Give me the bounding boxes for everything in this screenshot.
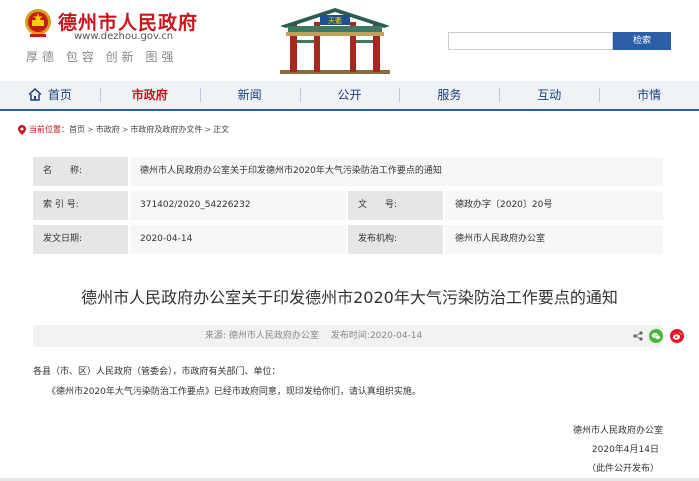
issuer-value: 德州市人民政府办公室 [445, 225, 663, 254]
nav-item-services[interactable]: 服务 [399, 80, 499, 110]
nav-item-city-info[interactable]: 市情 [599, 80, 699, 110]
issuer-label: 发布机构: [348, 225, 443, 254]
info-row-date: 发文日期: 2020-04-14 发布机构: 德州市人民政府办公室 [33, 225, 663, 254]
article-salutation: 各县（市、区）人民政府（管委会），市政府有关部门、单位： [33, 367, 281, 377]
nav-item-home[interactable]: 首页 [0, 80, 100, 110]
site-motto: 厚德 包容 创新 图强 [26, 50, 178, 64]
publication-note: （此件公开发布） [586, 464, 659, 474]
breadcrumb-documents[interactable]: 市政府及政府办文件 [130, 124, 202, 135]
location-icon [18, 124, 26, 135]
article-meta-bar: 来源: 德州市人民政府办公室 发布时间:2020-04-14 [33, 325, 684, 347]
name-label: 名 称: [33, 157, 128, 186]
breadcrumb-separator: > [204, 125, 212, 134]
docno-value: 德政办字〔2020〕20号 [445, 191, 663, 220]
breadcrumb-separator: > [121, 125, 129, 134]
emblem-icon [25, 9, 51, 37]
site-url: www.dezhou.gov.cn [74, 31, 174, 42]
article-paragraph: 《德州市2020年大气污染防治工作要点》已经市政府同意，现印发给你们，请认真组织… [47, 387, 421, 397]
breadcrumb-home[interactable]: 首页 [69, 124, 85, 135]
article-source: 来源: 德州市人民政府办公室 [205, 331, 319, 341]
date-value: 2020-04-14 [130, 225, 346, 254]
info-row-index: 索 引 号: 371402/2020_54226232 文 号: 德政办字〔20… [33, 191, 663, 220]
index-value: 371402/2020_54226232 [130, 191, 346, 220]
docno-label: 文 号: [348, 191, 443, 220]
breadcrumb-label: 当前位置： [29, 125, 69, 134]
wechat-icon[interactable] [649, 329, 663, 343]
gate-plaque-text: 天衢 [328, 16, 342, 25]
breadcrumb-separator: > [87, 125, 94, 134]
search-button[interactable]: 检索 [613, 32, 671, 50]
signature-organization: 德州市人民政府办公室 [572, 426, 663, 436]
document-info-table: 名 称: 德州市人民政府办公室关于印发德州市2020年大气污染防治工作要点的通知… [33, 157, 663, 259]
article-meta: 来源: 德州市人民政府办公室 发布时间:2020-04-14 [205, 325, 422, 347]
index-label: 索 引 号: [33, 191, 128, 220]
signature-date: 2020年4月14日 [591, 445, 659, 455]
main-nav: 首页 市政府 新闻 公开 服务 互动 市情 [0, 81, 699, 111]
weibo-icon[interactable] [670, 329, 684, 343]
nav-item-disclosure[interactable]: 公开 [299, 80, 400, 110]
nav-item-news[interactable]: 新闻 [199, 80, 300, 110]
memorial-gate-image: 天衢 [280, 8, 390, 74]
name-value: 德州市人民政府办公室关于印发德州市2020年大气污染防治工作要点的通知 [130, 157, 663, 186]
breadcrumb-current: 正文 [213, 125, 230, 134]
search-input[interactable] [448, 32, 613, 50]
article-title: 德州市人民政府办公室关于印发德州市2020年大气污染防治工作要点的通知 [81, 288, 618, 307]
info-row-name: 名 称: 德州市人民政府办公室关于印发德州市2020年大气污染防治工作要点的通知 [33, 157, 663, 186]
date-label: 发文日期: [33, 225, 128, 254]
breadcrumb: 当前位置： 首页 > 市政府 > 市政府及政府办文件 > 正文 [18, 124, 229, 135]
share-icon[interactable] [633, 331, 643, 341]
breadcrumb-city-government[interactable]: 市政府 [96, 124, 120, 135]
nav-item-interaction[interactable]: 互动 [499, 80, 599, 110]
home-icon [28, 88, 42, 101]
nav-item-label: 首页 [47, 88, 72, 102]
article-publish-time: 发布时间:2020-04-14 [330, 331, 423, 341]
site-header: 德州市人民政府 www.dezhou.gov.cn 厚德 包容 创新 图强 天衢… [0, 0, 699, 80]
nav-item-city-government[interactable]: 市政府 [99, 80, 200, 110]
